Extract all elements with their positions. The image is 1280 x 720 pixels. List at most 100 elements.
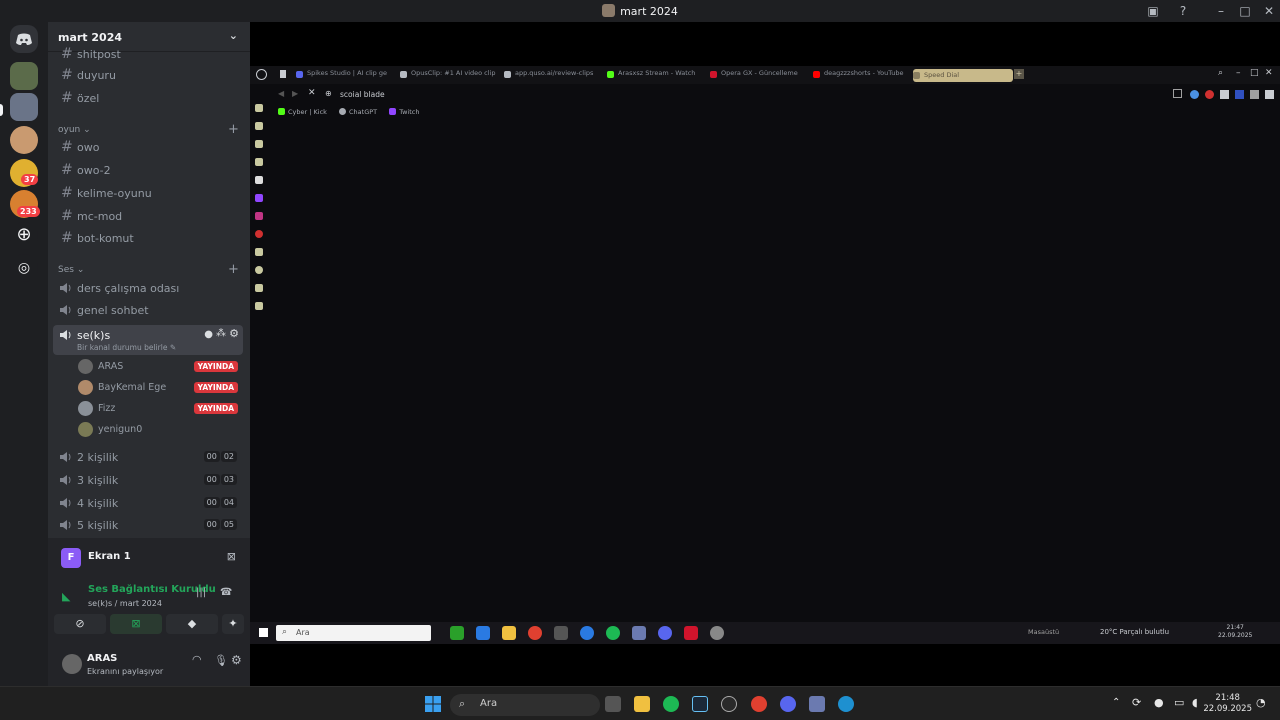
browser-tab[interactable]: OpusClip: #1 AI video clip: [400, 69, 496, 82]
chrome-icon[interactable]: [751, 696, 767, 712]
extension-icon[interactable]: [1190, 90, 1199, 99]
browser-tab[interactable]: deagzzzshorts - YouTube: [813, 69, 903, 82]
voice-member[interactable]: Fizz YAYINDA: [78, 399, 242, 419]
inbox-icon[interactable]: ▣: [1145, 3, 1161, 19]
volume-icon[interactable]: ◖: [1192, 696, 1198, 709]
extension-icon[interactable]: [1250, 90, 1259, 99]
camera-off-button[interactable]: ⊘: [54, 614, 106, 634]
settings-icon[interactable]: [255, 302, 263, 310]
new-tab-button[interactable]: +: [1014, 69, 1024, 79]
back-icon[interactable]: ◀: [278, 89, 284, 98]
server-icon-3[interactable]: [10, 126, 38, 154]
channel-bot-komut[interactable]: # bot-komut: [53, 228, 243, 250]
sidebar-icon[interactable]: [255, 158, 263, 166]
notification-bell-icon[interactable]: ◔: [1256, 696, 1266, 709]
extension-icon[interactable]: [1265, 90, 1274, 99]
search-icon[interactable]: ⌕: [1218, 68, 1223, 78]
category-ses[interactable]: Ses ⌄ +: [58, 262, 239, 277]
avatar[interactable]: [62, 654, 82, 674]
sidebar-icon[interactable]: [255, 122, 263, 130]
bookmark-twitch[interactable]: Twitch: [389, 108, 419, 116]
sidebar-icon[interactable]: [255, 104, 263, 112]
browser-tab-active[interactable]: Speed Dial: [913, 69, 1013, 82]
file-explorer-icon[interactable]: [634, 696, 650, 712]
forward-icon[interactable]: ▶: [292, 89, 298, 98]
sidebar-icon[interactable]: [255, 140, 263, 148]
sidebar-icon[interactable]: [255, 248, 263, 256]
sidebar-icon[interactable]: [255, 176, 263, 184]
microphone-icon[interactable]: 🎙: [214, 654, 228, 667]
browser-tab[interactable]: Opera GX - Güncelleme: [710, 69, 798, 82]
chat-icon[interactable]: ●: [204, 329, 213, 340]
extension-icon[interactable]: [1205, 90, 1214, 99]
channel-owo[interactable]: # owo: [53, 137, 243, 159]
twitch-icon[interactable]: [255, 194, 263, 202]
voice-channel-4[interactable]: 4 kişilik 00 04: [53, 493, 243, 515]
close-button[interactable]: ✕: [1261, 3, 1277, 19]
invite-icon[interactable]: ⁂: [216, 328, 226, 339]
instagram-icon[interactable]: [255, 212, 263, 220]
voice-channel-active[interactable]: se(k)s Bir kanal durumu belirle ✎ ● ⁂ ⚙: [53, 325, 243, 355]
category-oyun[interactable]: oyun ⌄ +: [58, 122, 239, 137]
app-icon[interactable]: [721, 696, 737, 712]
voice-member[interactable]: BayKemal Ege YAYINDA: [78, 378, 242, 398]
channel-owo-2[interactable]: # owo-2: [53, 160, 243, 182]
snapshot-icon[interactable]: [1173, 89, 1182, 98]
stream-preview[interactable]: F Ekran 1 ⊠: [54, 544, 244, 570]
voice-member[interactable]: ARAS YAYINDA: [78, 357, 242, 377]
maximize-button[interactable]: □: [1250, 68, 1259, 78]
channel-duyuru[interactable]: # duyuru: [53, 65, 243, 87]
taskbar-clock[interactable]: 21:48 22.09.2025: [1203, 693, 1252, 715]
explore-icon[interactable]: ◎: [10, 254, 38, 282]
browser-tab[interactable]: Arasxsz Stream - Watch: [607, 69, 695, 82]
voice-channel-2[interactable]: 2 kişilik 00 02: [53, 447, 243, 469]
extension-icon[interactable]: [1220, 90, 1229, 99]
voice-channel-3[interactable]: 3 kişilik 00 03: [53, 470, 243, 492]
chevron-up-icon[interactable]: ⌃: [1112, 697, 1120, 708]
minimize-button[interactable]: –: [1213, 3, 1229, 19]
add-server-icon[interactable]: ⊕: [10, 222, 38, 250]
voice-channel-ders[interactable]: ders çalışma odası: [53, 278, 243, 300]
channel-kelime-oyunu[interactable]: # kelime-oyunu: [53, 183, 243, 205]
microphone-icon[interactable]: ●: [1154, 696, 1164, 709]
spotify-icon[interactable]: [663, 696, 679, 712]
maximize-button[interactable]: □: [1237, 3, 1253, 19]
sidebar-icon[interactable]: [255, 230, 263, 238]
stop-loading-icon[interactable]: ✕: [308, 88, 316, 98]
server-icon-2[interactable]: [10, 93, 38, 121]
headphones-icon[interactable]: ◠: [192, 653, 202, 666]
clock-icon[interactable]: [255, 266, 263, 274]
channel-shitpost[interactable]: # shitpost: [53, 44, 243, 66]
discord-icon[interactable]: [780, 696, 796, 712]
server-icon-1[interactable]: [10, 62, 38, 90]
sidebar-icon[interactable]: [255, 284, 263, 292]
gear-icon[interactable]: ⚙: [229, 327, 239, 340]
windows-start-button[interactable]: [425, 696, 441, 712]
voice-channel-5[interactable]: 5 kişilik 00 05: [53, 515, 243, 537]
channel-ozel[interactable]: # özel: [53, 88, 243, 110]
network-icon[interactable]: ▭: [1174, 696, 1184, 709]
channel-status-placeholder[interactable]: Bir kanal durumu belirle ✎: [77, 343, 176, 352]
stop-stream-icon[interactable]: ⊠: [227, 550, 236, 563]
task-view-icon[interactable]: [605, 696, 621, 712]
discord-home-icon[interactable]: [10, 25, 38, 53]
krisp-icon[interactable]: |||: [196, 587, 206, 598]
add-channel-icon[interactable]: +: [228, 122, 239, 137]
disconnect-icon[interactable]: ☎: [220, 587, 232, 598]
add-channel-icon[interactable]: +: [228, 262, 239, 277]
browser-tab[interactable]: Spikes Studio | AI clip ge: [296, 69, 387, 82]
opera-logo-icon[interactable]: [256, 69, 267, 80]
voice-channel-genel[interactable]: genel sohbet: [53, 300, 243, 322]
taskbar-search[interactable]: ⌕ Ara: [450, 694, 600, 716]
browser-tab[interactable]: app.quso.ai/review-clips: [504, 69, 593, 82]
bookmark-kick[interactable]: Cyber | Kick: [278, 108, 327, 116]
bookmark-chatgpt[interactable]: ChatGPT: [339, 108, 377, 116]
edge-icon[interactable]: [838, 696, 854, 712]
activity-button[interactable]: ◆: [166, 614, 218, 634]
sync-icon[interactable]: ⟳: [1132, 696, 1141, 709]
voice-member[interactable]: yenigun0: [78, 420, 242, 440]
extension-icon[interactable]: [1235, 90, 1244, 99]
help-icon[interactable]: ?: [1175, 3, 1191, 19]
steam-icon[interactable]: [692, 696, 708, 712]
minimize-button[interactable]: –: [1236, 68, 1241, 78]
